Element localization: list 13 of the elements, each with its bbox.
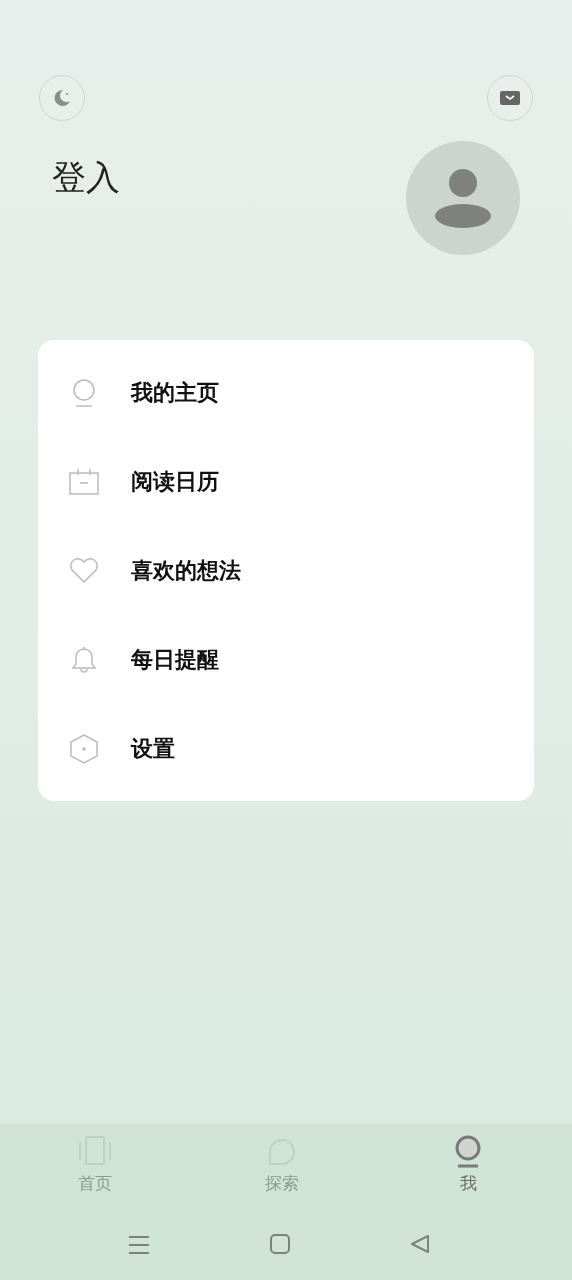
login-title[interactable]: 登入 bbox=[52, 155, 120, 201]
menu-item[interactable]: 每日提醒 bbox=[38, 615, 534, 704]
tab[interactable]: 我 bbox=[408, 1134, 528, 1195]
menu-item[interactable]: 阅读日历 bbox=[38, 437, 534, 526]
home-icon[interactable] bbox=[269, 1233, 291, 1255]
menu-item[interactable]: 设置 bbox=[38, 704, 534, 793]
envelope-icon bbox=[499, 89, 521, 107]
person-icon bbox=[434, 168, 492, 228]
back-icon[interactable] bbox=[409, 1233, 431, 1255]
menu-item[interactable]: 喜欢的想法 bbox=[38, 526, 534, 615]
menu-item[interactable]: 我的主页 bbox=[38, 348, 534, 437]
settings-icon bbox=[68, 732, 100, 765]
menu-icon[interactable] bbox=[127, 1233, 151, 1257]
